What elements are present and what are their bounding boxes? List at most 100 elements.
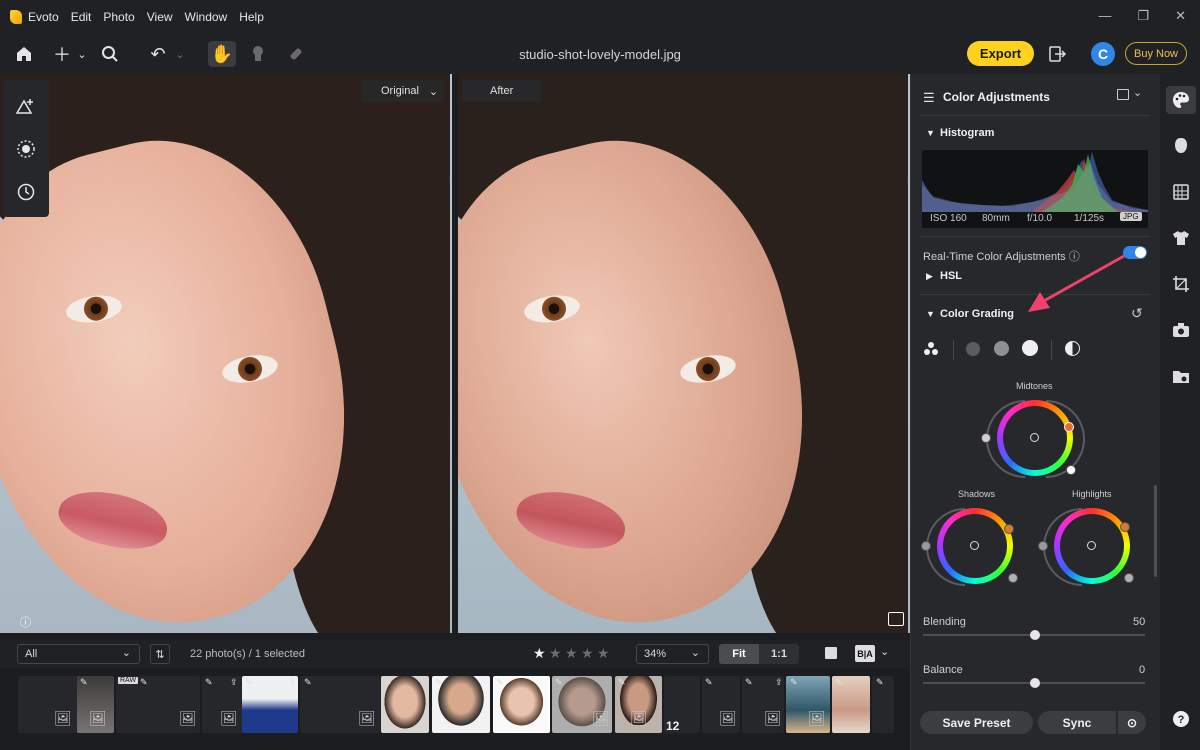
highlights-wheel[interactable] [1054, 508, 1130, 584]
panel-menu-icon[interactable]: ☰ [923, 90, 935, 106]
original-view-dropdown[interactable]: Original ⌄ [361, 80, 444, 102]
upload-icon: ⇪ [289, 677, 297, 687]
save-preset-button[interactable]: Save Preset [920, 711, 1033, 734]
menu-view[interactable]: View [147, 10, 173, 24]
edit-icon: ✎ [304, 677, 312, 687]
reset-icon[interactable]: ↺ [1131, 305, 1143, 322]
sync-settings-icon[interactable]: ⊙ [1118, 711, 1146, 734]
midtones-saturation-knob[interactable] [1066, 465, 1076, 475]
fit-button[interactable]: Fit [719, 644, 759, 664]
rating-star-icon[interactable]: ★ [597, 645, 610, 662]
filter-value: All [25, 648, 38, 660]
edit-icon: ✎ [140, 677, 148, 687]
view-mode-chevron-icon[interactable]: ⌄ [880, 645, 889, 658]
single-view-icon[interactable] [825, 647, 837, 659]
menu-window[interactable]: Window [185, 10, 228, 24]
radial-filter-icon[interactable] [14, 137, 38, 161]
sort-icon[interactable]: ⇅ [150, 644, 170, 664]
menu-bar: Evoto Edit Photo View Window Help — ❐ ✕ [0, 0, 1200, 34]
edit-icon: ✎ [80, 677, 88, 687]
rating-star-icon[interactable]: ★ [581, 645, 594, 662]
upload-icon: ⇪ [775, 677, 783, 687]
highlights-mode-icon[interactable] [1022, 340, 1038, 356]
balance-value: 0 [1139, 664, 1146, 676]
midtones-luminance-knob[interactable] [981, 433, 991, 443]
highlights-hue-knob[interactable] [1120, 522, 1130, 532]
info-icon[interactable]: ⓘ [20, 614, 31, 630]
hsl-title[interactable]: HSL [940, 270, 962, 282]
exif-aperture: f/10.0 [1027, 213, 1053, 224]
one-to-one-button[interactable]: 1:1 [759, 644, 799, 664]
photo-count: 22 photo(s) / 1 selected [190, 648, 305, 660]
close-button[interactable]: ✕ [1175, 8, 1186, 24]
edit-icon: ✎ [618, 677, 626, 687]
shadows-wheel[interactable] [937, 508, 1013, 584]
camera-icon[interactable] [1170, 319, 1192, 341]
highlights-luminance-knob[interactable] [1038, 541, 1048, 551]
highlights-saturation-knob[interactable] [1124, 573, 1134, 583]
filter-dropdown[interactable]: All ⌄ [17, 644, 140, 664]
avatar[interactable]: C [1091, 42, 1115, 66]
face-retouch-icon[interactable] [1170, 135, 1192, 157]
crop-icon[interactable] [1170, 273, 1192, 295]
after-label-chip: After [462, 80, 542, 102]
shadows-mode-icon[interactable] [966, 342, 980, 356]
color-grading-collapse-icon[interactable]: ▼ [926, 309, 935, 319]
hsl-expand-icon[interactable]: ▶ [926, 271, 933, 282]
image-placeholder-icon: 🖼 [764, 710, 782, 726]
help-icon[interactable]: ? [1170, 708, 1192, 730]
panel-scrollbar[interactable] [1154, 485, 1157, 577]
buy-now-button[interactable]: Buy Now [1125, 42, 1187, 65]
image-placeholder-icon: 🖼 [358, 710, 376, 726]
background-icon[interactable] [1170, 181, 1192, 203]
compare-icon[interactable] [888, 612, 904, 626]
clothing-icon[interactable] [1170, 227, 1192, 249]
edit-icon: ✎ [435, 677, 443, 687]
blending-value: 50 [1133, 616, 1146, 628]
histogram-title[interactable]: Histogram [940, 127, 994, 139]
midtones-mode-icon[interactable] [994, 341, 1009, 356]
panel-chevron-down-icon[interactable]: ⌄ [1133, 86, 1142, 99]
midtones-wheel[interactable] [997, 400, 1073, 476]
shadows-luminance-knob[interactable] [921, 541, 931, 551]
sync-button[interactable]: Sync [1038, 711, 1116, 734]
exif-focal: 80mm [982, 213, 1010, 224]
zoom-dropdown[interactable]: 34% ⌄ [636, 644, 709, 664]
maximize-button[interactable]: ❐ [1137, 8, 1149, 24]
minimize-button[interactable]: — [1098, 8, 1111, 24]
menu-help[interactable]: Help [239, 10, 264, 24]
before-after-view-icon[interactable]: B|A [855, 645, 875, 662]
chevron-down-icon: ⌄ [690, 647, 700, 659]
shadows-hue-knob[interactable] [1004, 524, 1014, 534]
export-button[interactable]: Export [967, 41, 1034, 66]
after-image-pane[interactable] [458, 74, 910, 633]
edit-icon: ✎ [205, 677, 213, 687]
original-label: Original [381, 85, 419, 97]
page-number: 12 [666, 719, 680, 733]
original-image-pane[interactable]: ⓘ [0, 74, 452, 633]
rating-star-icon[interactable]: ★ [549, 645, 562, 662]
history-icon[interactable] [14, 180, 38, 204]
folder-view-icon[interactable] [1170, 365, 1192, 387]
layout-icon[interactable] [1117, 89, 1129, 100]
chevron-down-icon: ⌄ [121, 647, 131, 659]
edit-icon: ✎ [876, 677, 884, 687]
shadows-saturation-knob[interactable] [1008, 573, 1018, 583]
menu-edit[interactable]: Edit [71, 10, 92, 24]
edit-icon: ✎ [555, 677, 563, 687]
rating-star-icon[interactable]: ★ [533, 645, 546, 662]
all-wheels-icon[interactable] [923, 341, 939, 362]
menu-photo[interactable]: Photo [103, 10, 134, 24]
mountain-add-icon[interactable] [14, 94, 38, 118]
histogram-collapse-icon[interactable]: ▼ [926, 128, 935, 138]
blending-slider-thumb[interactable] [1030, 630, 1040, 640]
rating-star-icon[interactable]: ★ [565, 645, 578, 662]
annotation-arrow-icon [1028, 254, 1125, 312]
midtones-hue-knob[interactable] [1064, 422, 1074, 432]
color-grading-title[interactable]: Color Grading [940, 308, 1014, 320]
palette-icon[interactable] [1170, 89, 1192, 111]
after-label: After [490, 85, 514, 97]
balance-slider-thumb[interactable] [1030, 678, 1040, 688]
global-mode-icon[interactable] [1065, 341, 1080, 356]
export-to-icon[interactable] [1046, 42, 1070, 66]
